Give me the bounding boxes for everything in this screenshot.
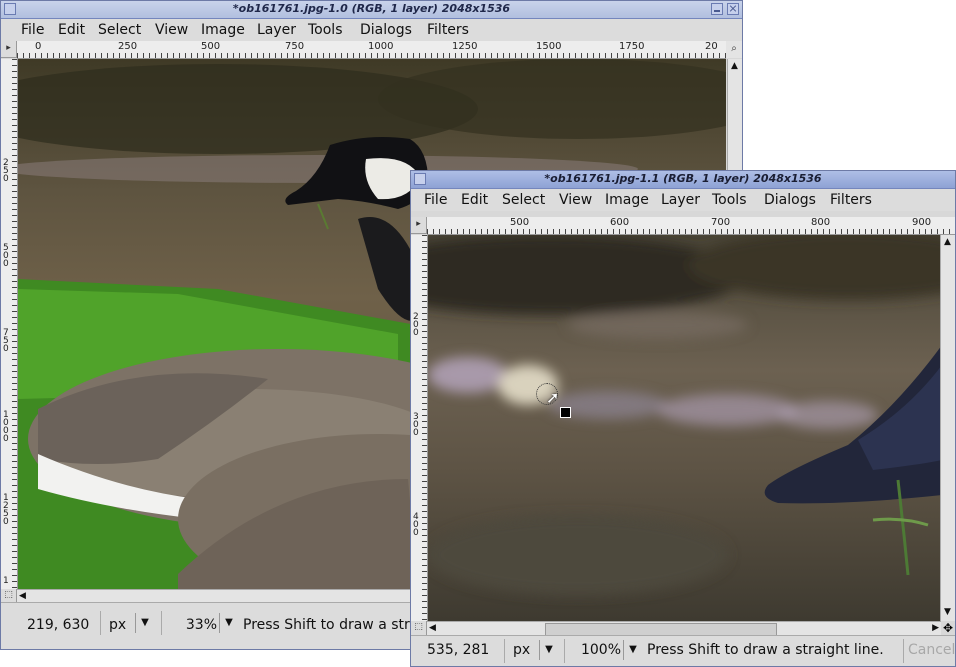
window-title: *ob161761.jpg-1.1 (RGB, 1 layer) 2048x15… (544, 172, 822, 185)
ruler-label: 700 (711, 217, 731, 228)
ruler-label: 900 (912, 217, 932, 228)
zoom-selector[interactable]: 33% (169, 617, 217, 633)
ruler-label: 20 (705, 41, 718, 52)
title-bar[interactable]: *ob161761.jpg-1.1 (RGB, 1 layer) 2048x15… (411, 171, 955, 189)
ruler-label: 1750 (619, 41, 645, 52)
horizontal-ruler[interactable]: 500 600 700 800 900 (427, 217, 955, 235)
minimize-icon[interactable] (711, 3, 723, 15)
status-message: Press Shift to draw a stra (243, 617, 419, 633)
menu-layer[interactable]: Layer (257, 22, 296, 38)
menu-dialogs[interactable]: Dialogs (764, 192, 816, 208)
status-bar: 535, 281 px ▼ 100% ▼ Press Shift to draw… (411, 635, 955, 666)
menu-edit[interactable]: Edit (461, 192, 488, 208)
image-window-2[interactable]: *ob161761.jpg-1.1 (RGB, 1 layer) 2048x15… (410, 170, 956, 667)
menu-file[interactable]: File (21, 22, 44, 38)
menu-arrow-icon[interactable]: ▸ (1, 41, 17, 58)
ruler-label: 500 (3, 243, 9, 269)
ruler-label: 400 (413, 512, 419, 538)
horizontal-ruler[interactable]: 0 250 500 750 1000 1250 1500 1750 20 (17, 41, 726, 59)
pointer-cursor-icon: ➚ (546, 388, 560, 407)
scroll-up-icon[interactable]: ▲ (944, 237, 951, 247)
ruler-label: 1250 (452, 41, 478, 52)
photo-goose-closeup (428, 235, 942, 621)
menu-dialogs[interactable]: Dialogs (360, 22, 412, 38)
menu-select[interactable]: Select (502, 192, 545, 208)
pointer-coordinates: 535, 281 (427, 642, 490, 658)
menu-filters[interactable]: Filters (830, 192, 872, 208)
scroll-left-icon[interactable]: ◀ (429, 623, 436, 633)
unit-selector[interactable]: px (109, 617, 126, 633)
menu-layer[interactable]: Layer (661, 192, 700, 208)
ruler-label: 1500 (536, 41, 562, 52)
ruler-label: 1 (3, 576, 9, 586)
menu-edit[interactable]: Edit (58, 22, 85, 38)
menu-bar: File Edit Select View Image Layer Tools … (411, 189, 955, 211)
unit-dropdown-icon[interactable]: ▼ (135, 613, 154, 633)
menu-file[interactable]: File (424, 192, 447, 208)
title-bar[interactable]: *ob161761.jpg-1.0 (RGB, 1 layer) 2048x15… (1, 1, 742, 19)
scroll-up-icon[interactable]: ▲ (731, 61, 738, 71)
ruler-label: 200 (413, 312, 419, 338)
zoom-selector[interactable]: 100% (571, 642, 621, 658)
vertical-ruler[interactable]: 250 500 750 1000 1250 1 (1, 59, 18, 604)
scroll-left-icon[interactable]: ◀ (19, 591, 26, 601)
menu-view[interactable]: View (155, 22, 188, 38)
scroll-down-icon[interactable]: ▼ (944, 607, 951, 617)
ruler-label: 300 (413, 412, 419, 438)
unit-dropdown-icon[interactable]: ▼ (539, 640, 558, 660)
ruler-label: 500 (201, 41, 221, 52)
ruler-label: 1250 (3, 493, 9, 527)
ruler-label: 250 (3, 158, 9, 184)
ruler-label: 600 (610, 217, 630, 228)
ruler-label: 1000 (368, 41, 394, 52)
menu-image[interactable]: Image (201, 22, 245, 38)
menu-filters[interactable]: Filters (427, 22, 469, 38)
vertical-scrollbar[interactable]: ▲ ▼ (940, 235, 955, 621)
horizontal-scrollbar[interactable]: ◀ ▶ (427, 621, 941, 636)
menu-select[interactable]: Select (98, 22, 141, 38)
tool-badge-icon (560, 407, 571, 418)
menu-bar: File Edit Select View Image Layer Tools … (1, 19, 742, 41)
window-title: *ob161761.jpg-1.0 (RGB, 1 layer) 2048x15… (232, 2, 511, 15)
ruler-label: 1000 (3, 410, 9, 444)
menu-tools[interactable]: Tools (308, 22, 343, 38)
scroll-right-icon[interactable]: ▶ (932, 623, 939, 633)
quick-mask-icon[interactable]: ⬚ (411, 621, 427, 636)
ruler-label: 250 (118, 41, 138, 52)
status-message: Press Shift to draw a straight line. (647, 642, 884, 658)
ruler-label: 0 (35, 41, 42, 52)
ruler-label: 500 (510, 217, 530, 228)
close-icon[interactable] (727, 3, 739, 15)
menu-tools[interactable]: Tools (712, 192, 747, 208)
unit-selector[interactable]: px (513, 642, 530, 658)
menu-arrow-icon[interactable]: ▸ (411, 217, 427, 234)
cancel-button[interactable]: Cancel (908, 642, 955, 658)
zoom-dropdown-icon[interactable]: ▼ (623, 640, 642, 660)
vertical-ruler[interactable]: 200 300 400 (411, 235, 428, 621)
image-canvas[interactable]: ➚ (428, 235, 942, 621)
menu-view[interactable]: View (559, 192, 592, 208)
pointer-coordinates: 219, 630 (27, 617, 90, 633)
navigate-cross-icon[interactable]: ✥ (941, 621, 955, 636)
ruler-label: 800 (811, 217, 831, 228)
ruler-label: 750 (3, 328, 9, 354)
menu-image[interactable]: Image (605, 192, 649, 208)
zoom-dropdown-icon[interactable]: ▼ (219, 613, 238, 633)
zoom-magnifier-icon[interactable]: ⌕ (726, 41, 742, 58)
ruler-label: 750 (285, 41, 305, 52)
